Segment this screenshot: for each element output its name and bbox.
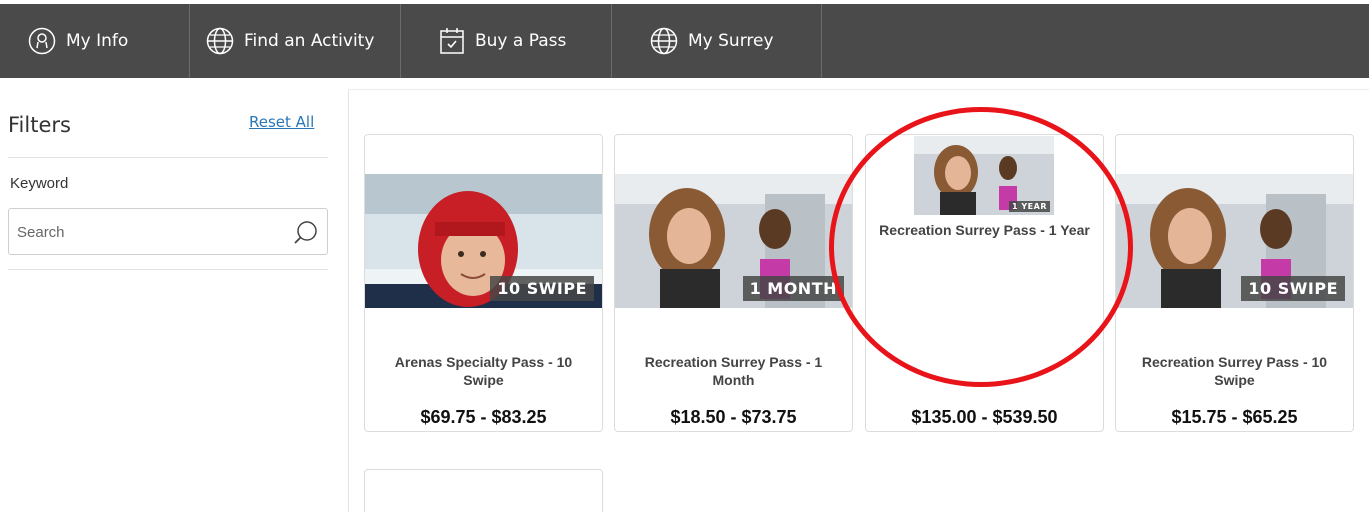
- filters-divider: [8, 157, 328, 158]
- content-divider: [348, 89, 1369, 90]
- nav-buy-pass[interactable]: Buy a Pass: [401, 4, 612, 78]
- pass-card[interactable]: 10 SWIPE Recreation Surrey Pass - 10 Swi…: [1115, 134, 1354, 432]
- user-icon: [28, 27, 56, 55]
- pass-card[interactable]: [364, 469, 603, 512]
- hockey-player-photo: 10 SWIPE: [365, 174, 602, 308]
- globe-icon: [650, 27, 678, 55]
- nav-buy-pass-label: Buy a Pass: [475, 31, 567, 51]
- pass-badge: 10 SWIPE: [1241, 276, 1345, 301]
- pass-price: $135.00 - $539.50: [911, 407, 1058, 427]
- nav-my-surrey[interactable]: My Surrey: [612, 4, 822, 78]
- pass-price: $15.75 - $65.25: [1171, 407, 1298, 427]
- pass-name: Recreation Surrey Pass - 1 Month: [644, 354, 823, 388]
- pass-badge: 1 YEAR: [1009, 201, 1050, 212]
- sidebar-divider: [348, 90, 349, 512]
- pass-name: Recreation Surrey Pass - 10 Swipe: [1141, 354, 1328, 388]
- keyword-search-box: [8, 208, 328, 255]
- pass-badge: 10 SWIPE: [490, 276, 594, 301]
- calendar-check-icon: [440, 28, 464, 54]
- pass-card[interactable]: 1 MONTH Recreation Surrey Pass - 1 Month…: [614, 134, 853, 432]
- spin-class-photo: 1 MONTH: [615, 174, 852, 308]
- pass-card[interactable]: 10 SWIPE Arenas Specialty Pass - 10 Swip…: [364, 134, 603, 432]
- reset-all-link[interactable]: Reset All: [249, 113, 314, 131]
- nav-my-surrey-label: My Surrey: [688, 31, 774, 51]
- keyword-label: Keyword: [10, 175, 69, 192]
- globe-icon: [206, 27, 234, 55]
- nav-find-activity[interactable]: Find an Activity: [190, 4, 401, 78]
- pass-name: Arenas Specialty Pass - 10 Swipe: [394, 354, 573, 388]
- nav-find-activity-label: Find an Activity: [244, 31, 375, 51]
- pass-card[interactable]: 1 YEAR Recreation Surrey Pass - 1 Year $…: [865, 134, 1104, 432]
- nav-my-info[interactable]: My Info: [0, 4, 190, 78]
- filters-divider: [8, 269, 328, 270]
- search-icon[interactable]: [293, 220, 319, 246]
- pass-badge: 1 MONTH: [742, 276, 844, 301]
- pass-price: $69.75 - $83.25: [420, 407, 547, 427]
- spin-class-photo: 1 YEAR: [914, 136, 1054, 215]
- filters-title: Filters: [8, 113, 71, 137]
- spin-class-photo: 10 SWIPE: [1116, 174, 1353, 308]
- top-navigation: My Info Find an Activity Buy a Pass My S…: [0, 4, 1369, 78]
- keyword-search-input[interactable]: [17, 222, 277, 242]
- pass-price: $18.50 - $73.75: [670, 407, 797, 427]
- nav-my-info-label: My Info: [66, 31, 129, 51]
- pass-name: Recreation Surrey Pass - 1 Year: [879, 222, 1090, 238]
